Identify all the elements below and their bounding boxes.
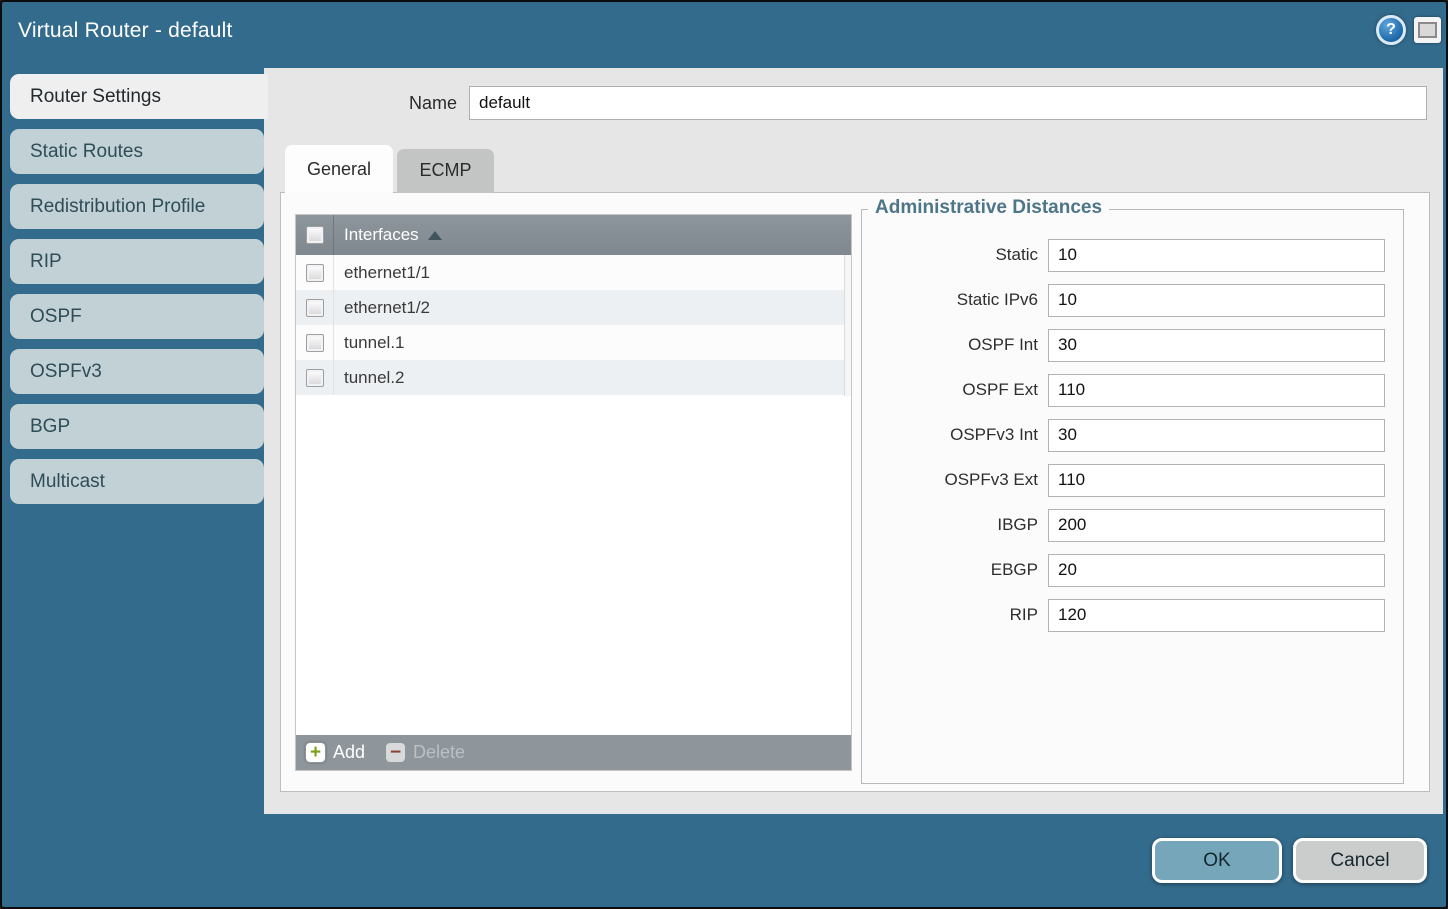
ebgp-label: EBGP	[862, 560, 1048, 580]
table-row-tunnel-1[interactable]: tunnel.1	[296, 325, 851, 360]
select-all-checkbox[interactable]	[306, 226, 324, 244]
field-row-ospf-ext: OSPF Ext	[862, 373, 1403, 407]
interface-name: tunnel.1	[334, 325, 405, 360]
add-icon: +	[305, 742, 326, 763]
header-checkbox-cell	[296, 215, 334, 255]
delete-icon: −	[385, 742, 406, 763]
sort-ascending-icon[interactable]	[428, 231, 442, 240]
row-checkbox[interactable]	[306, 299, 324, 317]
virtual-router-dialog: Virtual Router - default ? Router Settin…	[0, 0, 1448, 909]
add-button[interactable]: + Add	[305, 742, 365, 763]
administrative-distances-legend: Administrative Distances	[868, 197, 1109, 219]
table-row-ethernet1-2[interactable]: ethernet1/2	[296, 290, 851, 325]
delete-button[interactable]: − Delete	[385, 742, 465, 763]
administrative-distances-fieldset: Administrative Distances Static Static I…	[861, 209, 1404, 784]
content-area: Name General ECMP Interfaces	[264, 68, 1443, 814]
ibgp-label: IBGP	[862, 515, 1048, 535]
sidebar-item-bgp[interactable]: BGP	[10, 404, 264, 449]
sidebar-item-ospfv3[interactable]: OSPFv3	[10, 349, 264, 394]
row-checkbox[interactable]	[306, 264, 324, 282]
ok-button[interactable]: OK	[1152, 838, 1282, 883]
field-row-ospfv3-ext: OSPFv3 Ext	[862, 463, 1403, 497]
ospfv3-int-label: OSPFv3 Int	[862, 425, 1048, 445]
tab-general[interactable]: General	[285, 145, 393, 193]
interface-name: ethernet1/1	[334, 255, 430, 290]
ospf-int-input[interactable]	[1048, 329, 1385, 362]
table-scrollbar[interactable]	[844, 255, 851, 396]
row-checkbox-cell	[296, 325, 334, 360]
table-row-tunnel-2[interactable]: tunnel.2	[296, 360, 851, 395]
field-row-ibgp: IBGP	[862, 508, 1403, 542]
interfaces-table-body: ethernet1/1 ethernet1/2 tunnel.1	[296, 255, 851, 735]
help-icon-glyph: ?	[1386, 21, 1396, 39]
delete-button-label: Delete	[413, 742, 465, 763]
ospfv3-ext-input[interactable]	[1048, 464, 1385, 497]
field-row-static-ipv6: Static IPv6	[862, 283, 1403, 317]
sidebar-item-redistribution-profile[interactable]: Redistribution Profile	[10, 184, 264, 229]
ibgp-input[interactable]	[1048, 509, 1385, 542]
general-tab-panel: Interfaces ethernet1/1	[280, 192, 1430, 792]
sidebar-item-ospf[interactable]: OSPF	[10, 294, 264, 339]
interfaces-table-footer: + Add − Delete	[296, 735, 851, 770]
sidebar-item-static-routes[interactable]: Static Routes	[10, 129, 264, 174]
static-ipv6-input[interactable]	[1048, 284, 1385, 317]
field-row-static: Static	[862, 238, 1403, 272]
sidebar-item-router-settings[interactable]: Router Settings	[10, 74, 268, 119]
table-row-ethernet1-1[interactable]: ethernet1/1	[296, 255, 851, 290]
interface-name: ethernet1/2	[334, 290, 430, 325]
administrative-distances-rows: Static Static IPv6 OSPF Int OSPF Ext	[862, 238, 1403, 643]
cancel-button[interactable]: Cancel	[1293, 838, 1427, 883]
field-row-ospfv3-int: OSPFv3 Int	[862, 418, 1403, 452]
row-checkbox-cell	[296, 360, 334, 395]
name-label: Name	[264, 86, 457, 120]
ospfv3-ext-label: OSPFv3 Ext	[862, 470, 1048, 490]
row-checkbox-cell	[296, 290, 334, 325]
interfaces-table-header: Interfaces	[296, 215, 851, 255]
add-button-label: Add	[333, 742, 365, 763]
sidebar-item-multicast[interactable]: Multicast	[10, 459, 264, 504]
rip-label: RIP	[862, 605, 1048, 625]
static-ipv6-label: Static IPv6	[862, 290, 1048, 310]
field-row-ebgp: EBGP	[862, 553, 1403, 587]
help-icon[interactable]: ?	[1376, 15, 1406, 45]
sidebar: Router Settings Static Routes Redistribu…	[10, 74, 264, 504]
sidebar-item-rip[interactable]: RIP	[10, 239, 264, 284]
window-restore-icon-inner	[1418, 22, 1437, 38]
row-checkbox[interactable]	[306, 369, 324, 387]
interfaces-table: Interfaces ethernet1/1	[295, 214, 852, 771]
static-label: Static	[862, 245, 1048, 265]
dialog-title: Virtual Router - default	[18, 19, 233, 43]
ebgp-input[interactable]	[1048, 554, 1385, 587]
field-row-ospf-int: OSPF Int	[862, 328, 1403, 362]
rip-input[interactable]	[1048, 599, 1385, 632]
ospf-ext-label: OSPF Ext	[862, 380, 1048, 400]
window-restore-icon[interactable]	[1414, 17, 1441, 43]
row-checkbox-cell	[296, 255, 334, 290]
static-input[interactable]	[1048, 239, 1385, 272]
ospf-int-label: OSPF Int	[862, 335, 1048, 355]
interface-name: tunnel.2	[334, 360, 405, 395]
name-input[interactable]	[469, 86, 1427, 120]
row-checkbox[interactable]	[306, 334, 324, 352]
field-row-rip: RIP	[862, 598, 1403, 632]
ospfv3-int-input[interactable]	[1048, 419, 1385, 452]
tab-ecmp[interactable]: ECMP	[397, 149, 494, 193]
interfaces-column-header[interactable]: Interfaces	[344, 225, 419, 245]
ospf-ext-input[interactable]	[1048, 374, 1385, 407]
